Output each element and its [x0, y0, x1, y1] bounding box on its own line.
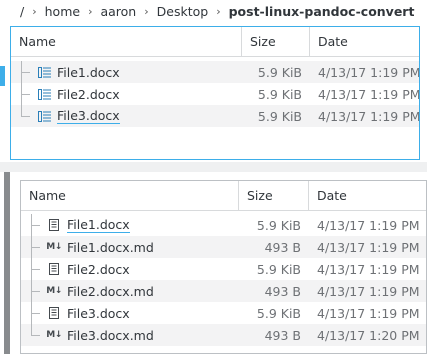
tree-branch: [31, 214, 41, 236]
file-name: File3.docx.md: [67, 327, 154, 343]
file-row[interactable]: File2.docx 5.9 KiB 4/13/17 1:19 PM: [11, 83, 419, 105]
breadcrumb-separator-icon: ›: [216, 4, 221, 18]
tree-branch: [21, 105, 31, 127]
file-size: 5.9 KiB: [257, 108, 302, 124]
file-date: 4/13/17 1:19 PM: [317, 305, 420, 321]
file-date: 4/13/17 1:19 PM: [317, 261, 420, 277]
breadcrumb-current-folder[interactable]: post-linux-pandoc-convert: [223, 4, 421, 19]
column-header-size[interactable]: Size: [239, 181, 309, 210]
document-icon: [47, 218, 61, 232]
inactive-view-indicator: [4, 172, 10, 354]
file-name: File2.docx: [57, 86, 120, 102]
file-view-after[interactable]: Name Size Date File1.docx 5.9 KiB 4/13/1…: [20, 180, 427, 354]
tree-branch: [21, 61, 31, 83]
markdown-icon: M↓: [46, 242, 62, 252]
file-size: 493 B: [264, 283, 301, 299]
column-header: Name Size Date: [21, 181, 426, 211]
column-header-name[interactable]: Name: [11, 27, 242, 56]
tree-branch: [31, 302, 41, 324]
file-name: File1.docx: [67, 217, 130, 233]
file-row[interactable]: M↓ File3.docx.md 493 B 4/13/17 1:20 PM: [21, 324, 426, 346]
file-row[interactable]: File3.docx 5.9 KiB 4/13/17 1:19 PM: [11, 105, 419, 127]
breadcrumb-aaron[interactable]: aaron: [94, 4, 142, 19]
file-row[interactable]: File2.docx 5.9 KiB 4/13/17 1:19 PM: [21, 258, 426, 280]
tree-branch: [31, 236, 41, 258]
column-header-date[interactable]: Date: [309, 181, 426, 210]
file-row[interactable]: File3.docx 5.9 KiB 4/13/17 1:19 PM: [21, 302, 426, 324]
file-name: File1.docx: [57, 64, 120, 80]
file-name: File2.docx: [67, 261, 130, 277]
file-name: File3.docx: [67, 305, 130, 321]
file-size: 5.9 KiB: [256, 305, 301, 321]
file-size: 493 B: [264, 327, 301, 343]
file-date: 4/13/17 1:19 PM: [317, 283, 420, 299]
file-name: File3.docx: [57, 108, 120, 124]
breadcrumb-home[interactable]: home: [39, 4, 86, 19]
document-icon: [47, 262, 61, 276]
panel-divider: [0, 162, 427, 172]
breadcrumb-separator-icon: ›: [88, 4, 93, 18]
breadcrumb-root[interactable]: /: [14, 4, 30, 19]
breadcrumb: / › home › aaron › Desktop › post-linux-…: [0, 0, 427, 22]
file-name: File1.docx.md: [67, 239, 154, 255]
markdown-icon: M↓: [46, 330, 62, 340]
tree-branch: [31, 324, 41, 346]
file-size: 5.9 KiB: [257, 64, 302, 80]
file-date: 4/13/17 1:19 PM: [317, 239, 420, 255]
file-date: 4/13/17 1:20 PM: [317, 327, 420, 343]
breadcrumb-separator-icon: ›: [32, 4, 37, 18]
file-row[interactable]: File1.docx 5.9 KiB 4/13/17 1:19 PM: [11, 61, 419, 83]
active-view-indicator: [0, 66, 5, 86]
file-row[interactable]: File1.docx 5.9 KiB 4/13/17 1:19 PM: [21, 214, 426, 236]
file-date: 4/13/17 1:19 PM: [317, 217, 420, 233]
markdown-icon: M↓: [46, 286, 62, 296]
document-icon: [47, 306, 61, 320]
column-header: Name Size Date: [11, 27, 419, 57]
file-size: 5.9 KiB: [256, 261, 301, 277]
breadcrumb-desktop[interactable]: Desktop: [151, 4, 215, 19]
tree-branch: [21, 83, 31, 105]
tree-branch: [31, 258, 41, 280]
file-date: 4/13/17 1:19 PM: [318, 108, 419, 124]
file-size: 5.9 KiB: [257, 86, 302, 102]
breadcrumb-separator-icon: ›: [144, 4, 149, 18]
file-name: File2.docx.md: [67, 283, 154, 299]
file-size: 5.9 KiB: [256, 217, 301, 233]
docx-icon: [37, 65, 51, 79]
tree-branch: [31, 280, 41, 302]
file-date: 4/13/17 1:19 PM: [318, 86, 419, 102]
docx-icon: [37, 109, 51, 123]
file-view-before[interactable]: Name Size Date File1.docx 5.9 KiB 4/13/1…: [10, 26, 420, 160]
file-row[interactable]: M↓ File2.docx.md 493 B 4/13/17 1:19 PM: [21, 280, 426, 302]
column-header-name[interactable]: Name: [21, 181, 239, 210]
docx-icon: [37, 87, 51, 101]
column-header-size[interactable]: Size: [242, 27, 310, 56]
column-header-date[interactable]: Date: [310, 27, 419, 56]
file-row[interactable]: M↓ File1.docx.md 493 B 4/13/17 1:19 PM: [21, 236, 426, 258]
file-date: 4/13/17 1:19 PM: [318, 64, 419, 80]
file-size: 493 B: [264, 239, 301, 255]
